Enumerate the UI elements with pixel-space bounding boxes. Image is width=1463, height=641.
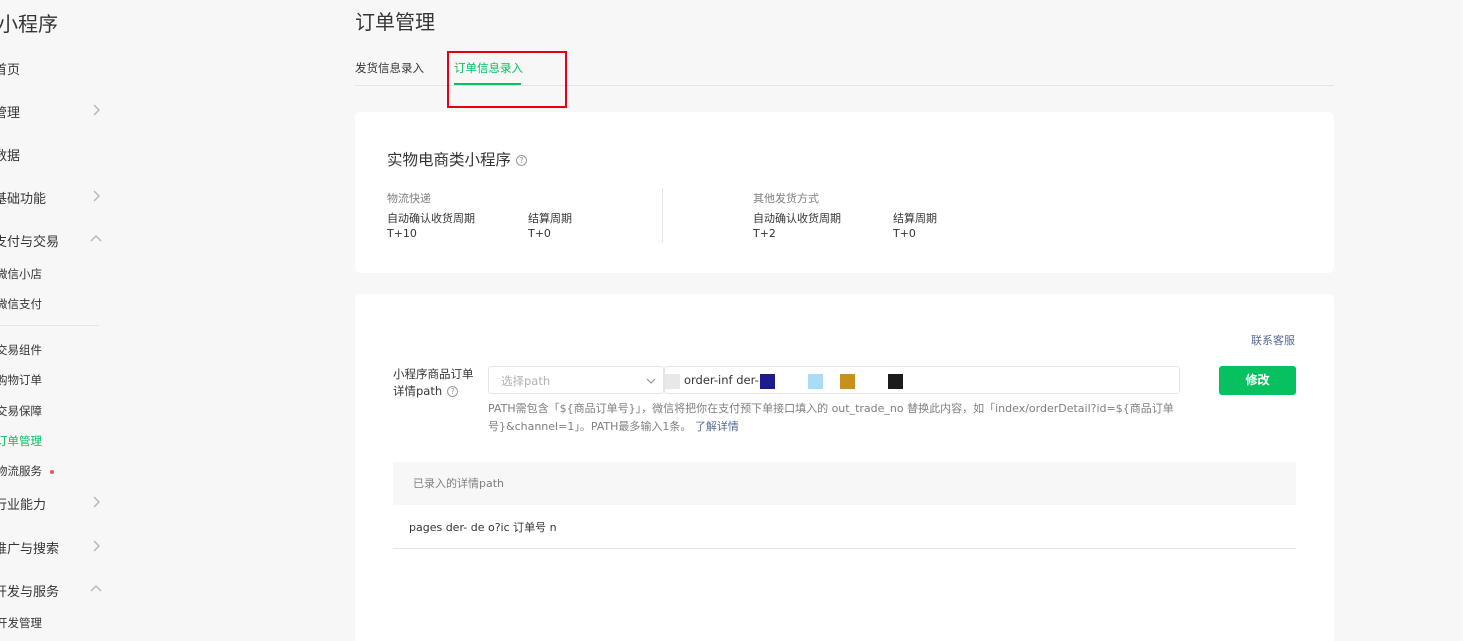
section-divider bbox=[662, 188, 663, 243]
sidebar-item-label: 数据 bbox=[0, 148, 21, 164]
path-hint: PATH需包含「${商品订单号}」，微信将把你在支付预下单接口填入的 out_t… bbox=[488, 400, 1188, 436]
logistics-auto-confirm-value: T+10 bbox=[387, 227, 417, 240]
path-field-label: 小程序商品订单详情path? bbox=[393, 366, 483, 400]
path-hint-text: PATH需包含「${商品订单号}」，微信将把你在支付预下单接口填入的 out_t… bbox=[488, 402, 1174, 433]
other-settle-value: T+0 bbox=[893, 227, 916, 240]
sidebar-subitem-trade-component[interactable]: 交易组件 bbox=[0, 342, 42, 358]
path-select[interactable]: 选择path bbox=[488, 366, 664, 394]
tab-shipping-info[interactable]: 发货信息录入 bbox=[355, 60, 424, 76]
sidebar-item-industry-capability[interactable]: 行业能力 bbox=[0, 492, 106, 514]
category-title: 实物电商类小程序? bbox=[387, 148, 528, 170]
other-auto-confirm-label: 自动确认收货周期 bbox=[753, 212, 841, 225]
path-input[interactable]: g order-inf der- 'i bbox=[664, 366, 1180, 394]
sidebar-subitem-dev-management[interactable]: 开发管理 bbox=[0, 615, 42, 631]
sidebar-item-label: 管理 bbox=[0, 105, 21, 121]
sidebar-subitem-logistics-service[interactable]: 物流服务 bbox=[0, 463, 54, 479]
edit-button[interactable]: 修改 bbox=[1219, 366, 1296, 395]
category-card: 实物电商类小程序? 物流快递 自动确认收货周期 T+10 结算周期 T+0 其他… bbox=[355, 112, 1334, 273]
sidebar-item-data[interactable]: 数据 bbox=[0, 143, 106, 165]
logistics-settle-value: T+0 bbox=[528, 227, 551, 240]
logistics-section-title: 物流快递 bbox=[387, 192, 431, 205]
sidebar-divider bbox=[0, 325, 99, 326]
contact-support-link[interactable]: 联系客服 bbox=[1251, 332, 1295, 348]
help-icon[interactable]: ? bbox=[447, 386, 459, 397]
chevron-right-icon bbox=[93, 190, 100, 202]
sidebar-subitem-shopping-orders[interactable]: 购物订单 bbox=[0, 372, 42, 388]
sidebar-item-label: 开发与服务 bbox=[0, 584, 60, 600]
sidebar-item-label: 首页 bbox=[0, 62, 21, 78]
other-section-title: 其他发货方式 bbox=[753, 192, 819, 205]
sidebar-subitem-order-management[interactable]: 订单管理 bbox=[0, 433, 42, 449]
sidebar-subitem-wechat-pay[interactable]: 微信支付 bbox=[0, 296, 42, 312]
redaction-block bbox=[760, 374, 775, 389]
app-title: 小程序 bbox=[0, 12, 58, 36]
sidebar-item-label: 支付与交易 bbox=[0, 234, 60, 250]
sidebar-item-management[interactable]: 管理 bbox=[0, 100, 106, 122]
path-field-label-text: 小程序商品订单详情path bbox=[393, 367, 474, 398]
chevron-right-icon bbox=[93, 540, 100, 552]
sidebar-item-label: 推广与搜索 bbox=[0, 541, 60, 557]
chevron-down-icon bbox=[646, 378, 656, 384]
chevron-up-icon bbox=[90, 585, 102, 592]
sidebar-item-payment-trade[interactable]: 支付与交易 bbox=[0, 229, 106, 251]
chevron-right-icon bbox=[93, 104, 100, 116]
table-header: 已录入的详情path bbox=[393, 462, 1296, 505]
page-title: 订单管理 bbox=[355, 10, 435, 34]
sidebar-item-label: 物流服务 bbox=[0, 464, 42, 478]
redaction-block bbox=[888, 374, 903, 389]
notification-dot bbox=[50, 469, 54, 474]
redaction-block bbox=[840, 374, 855, 389]
sidebar-item-promotion-search[interactable]: 推广与搜索 bbox=[0, 536, 106, 558]
chevron-right-icon bbox=[93, 496, 100, 508]
highlight-annotation-box bbox=[447, 51, 567, 108]
other-settle-label: 结算周期 bbox=[893, 212, 937, 225]
sidebar-subitem-wechat-shop[interactable]: 微信小店 bbox=[0, 266, 42, 282]
path-config-card: 联系客服 小程序商品订单详情path? 选择path g order-inf d… bbox=[355, 294, 1334, 641]
path-table: 已录入的详情path pages der- de o?ic 订单号 n bbox=[393, 462, 1296, 549]
sidebar-item-label: 行业能力 bbox=[0, 497, 47, 513]
sidebar-item-dev-services[interactable]: 开发与服务 bbox=[0, 579, 106, 601]
chevron-up-icon bbox=[90, 235, 102, 242]
table-row: pages der- de o?ic 订单号 n bbox=[393, 505, 1296, 549]
redaction-block bbox=[808, 374, 823, 389]
other-auto-confirm-value: T+2 bbox=[753, 227, 776, 240]
sidebar-item-basic-features[interactable]: 基础功能 bbox=[0, 186, 106, 208]
sidebar-item-label: 基础功能 bbox=[0, 191, 47, 207]
redaction-block bbox=[665, 374, 680, 389]
category-title-text: 实物电商类小程序 bbox=[387, 151, 512, 169]
learn-more-link[interactable]: 了解详情 bbox=[695, 420, 739, 433]
logistics-settle-label: 结算周期 bbox=[528, 212, 572, 225]
sidebar-item-home[interactable]: 首页 bbox=[0, 57, 106, 79]
logistics-auto-confirm-label: 自动确认收货周期 bbox=[387, 212, 475, 225]
path-select-placeholder: 选择path bbox=[501, 374, 551, 388]
sidebar-subitem-trade-guarantee[interactable]: 交易保障 bbox=[0, 403, 42, 419]
help-icon[interactable]: ? bbox=[516, 155, 528, 166]
sidebar: 小程序 首页 管理 数据 基础功能 支付与交易 微信小店 微信支付 交易组件 购… bbox=[0, 0, 115, 641]
